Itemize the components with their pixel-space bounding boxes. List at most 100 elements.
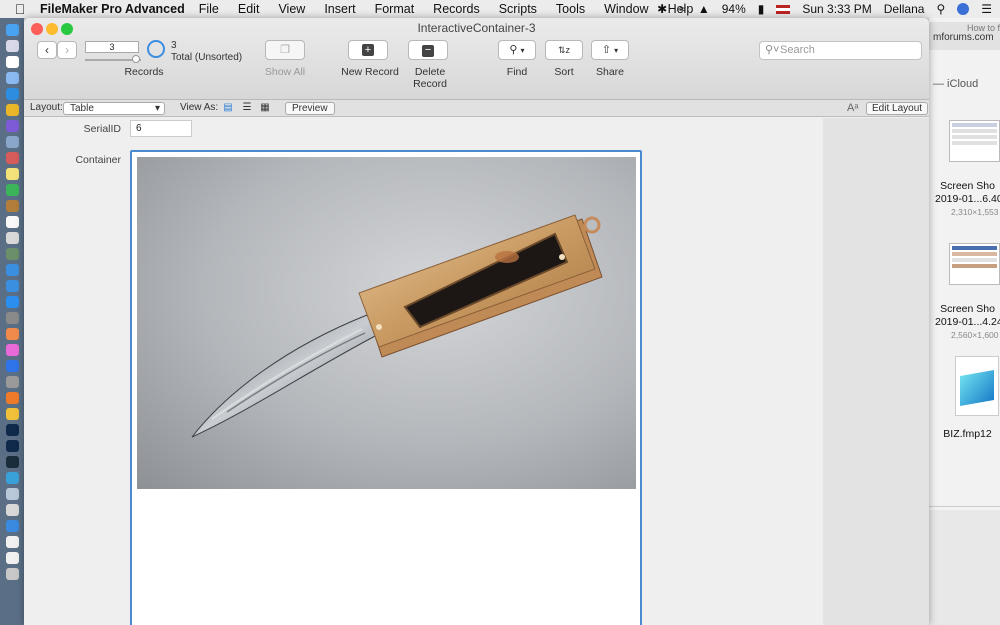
wifi-icon[interactable]: ≈ [679, 2, 686, 16]
sort-button[interactable]: ⇅z [545, 40, 583, 60]
menu-scripts[interactable]: Scripts [499, 2, 537, 16]
current-record-field[interactable]: 3 [85, 41, 139, 53]
mail-icon[interactable] [5, 72, 19, 84]
itunes-icon[interactable] [5, 344, 19, 356]
chrome-icon[interactable] [5, 104, 19, 116]
menu-window[interactable]: Window [604, 2, 648, 16]
calendar-icon[interactable] [5, 56, 19, 68]
find-button[interactable]: ⚲ ▾ [498, 40, 536, 60]
safari-icon[interactable] [5, 88, 19, 100]
menu-tools[interactable]: Tools [556, 2, 585, 16]
previous-record-button[interactable]: ‹ [37, 41, 57, 59]
app-icon[interactable] [5, 376, 19, 388]
browser-tab-2[interactable]: How to f [967, 23, 1000, 33]
photoshop-icon[interactable] [5, 440, 19, 452]
battery-percent[interactable]: 94% [722, 2, 746, 16]
layout-bar: Layout: Table ▾ View As: ▤ ☰ ▦ Preview A… [24, 100, 929, 117]
launchpad-icon[interactable] [5, 40, 19, 52]
app-icon[interactable] [5, 392, 19, 404]
lock-icon[interactable] [5, 264, 19, 276]
document-icon[interactable] [5, 536, 19, 548]
list-view-icon[interactable]: ☰ [240, 102, 254, 115]
app-icon[interactable] [5, 248, 19, 260]
trash-icon[interactable] [5, 568, 19, 580]
photoshop-icon[interactable] [5, 424, 19, 436]
dock [0, 18, 24, 625]
app-icon[interactable] [5, 200, 19, 212]
menu-edit[interactable]: Edit [238, 2, 260, 16]
settings-icon[interactable] [5, 312, 19, 324]
dropbox-icon[interactable] [5, 360, 19, 372]
preview-button[interactable]: Preview [285, 102, 335, 115]
app-icon[interactable] [5, 216, 19, 228]
app-store-icon[interactable] [5, 296, 19, 308]
file-name: Screen Sho [940, 180, 995, 192]
clock[interactable]: Sun 3:33 PM [802, 2, 871, 16]
app-icon[interactable] [5, 152, 19, 164]
file-name: BIZ.fmp12 [943, 428, 992, 440]
knife-photo [137, 157, 636, 489]
show-all-button[interactable]: ❐ [265, 40, 305, 60]
siri-icon[interactable] [957, 3, 970, 15]
search-field[interactable]: ⚲˅ Search [759, 41, 922, 60]
form-view-icon[interactable]: ▤ [221, 102, 235, 115]
app-menu[interactable]: FileMaker Pro Advanced [40, 2, 185, 16]
user-name[interactable]: Dellana [884, 2, 925, 16]
serialid-field[interactable]: 6 [130, 120, 192, 137]
document-icon[interactable] [5, 552, 19, 564]
battery-icon[interactable]: ▮ [758, 2, 765, 16]
photos-icon[interactable] [5, 328, 19, 340]
bluetooth-icon[interactable]: ✱ [657, 2, 667, 16]
app-icon[interactable] [5, 504, 19, 516]
menu-insert[interactable]: Insert [324, 2, 355, 16]
background-window: mforums.com How to f — iCloud Screen Sho… [929, 18, 1000, 625]
chevron-down-icon[interactable]: ▾ [614, 46, 618, 55]
app-icon[interactable] [5, 472, 19, 484]
next-record-button[interactable]: › [57, 41, 77, 59]
file-name: 2019-01...4.24 [935, 316, 1000, 328]
help-icon[interactable] [5, 136, 19, 148]
menu-file[interactable]: File [199, 2, 219, 16]
text-size-icon[interactable]: Aᵃ [847, 102, 858, 114]
sort-label: Sort [554, 66, 574, 78]
file-dimensions: 2,560×1,600 [951, 330, 999, 340]
container-label: Container [75, 154, 121, 166]
menu-format[interactable]: Format [375, 2, 415, 16]
flag-icon[interactable] [776, 4, 791, 14]
sidebar-icloud[interactable]: — iCloud [933, 78, 978, 90]
apple-menu-icon[interactable]:  [0, 1, 40, 17]
notification-center-icon[interactable]: ☰ [981, 2, 992, 16]
app-icon[interactable] [5, 408, 19, 420]
menu-view[interactable]: View [278, 2, 305, 16]
lightroom-icon[interactable] [5, 456, 19, 468]
share-label: Share [595, 66, 625, 78]
app-icon[interactable] [5, 488, 19, 500]
new-record-button[interactable]: + [348, 40, 388, 60]
app-icon[interactable] [5, 520, 19, 532]
chevron-down-icon[interactable]: ▾ [521, 46, 525, 55]
total-count: 3 [171, 40, 177, 51]
notes-icon[interactable] [5, 168, 19, 180]
container-field[interactable] [130, 150, 642, 625]
edit-layout-button[interactable]: Edit Layout [866, 102, 929, 115]
app-icon[interactable] [5, 120, 19, 132]
app-icon[interactable] [5, 280, 19, 292]
numbers-icon[interactable] [5, 184, 19, 196]
spotlight-icon[interactable]: ⚲ [936, 2, 945, 16]
file-thumbnail[interactable] [949, 243, 1000, 285]
app-icon[interactable] [5, 232, 19, 244]
share-button[interactable]: ⇧ ▾ [591, 40, 629, 60]
layout-label: Layout: [30, 102, 63, 113]
file-thumbnail[interactable] [949, 120, 1000, 162]
delete-record-button[interactable]: − [408, 40, 448, 60]
minus-icon: − [422, 45, 434, 57]
record-slider-knob[interactable] [132, 55, 140, 63]
finder-icon[interactable] [5, 24, 19, 36]
menu-records[interactable]: Records [433, 2, 480, 16]
record-slider[interactable] [85, 55, 141, 63]
layout-select[interactable]: Table ▾ [63, 102, 165, 115]
filemaker-file-icon[interactable] [955, 356, 999, 416]
share-icon: ⇧ [601, 44, 612, 56]
table-view-icon[interactable]: ▦ [258, 102, 272, 115]
volume-icon[interactable]: ▲ [698, 2, 710, 16]
